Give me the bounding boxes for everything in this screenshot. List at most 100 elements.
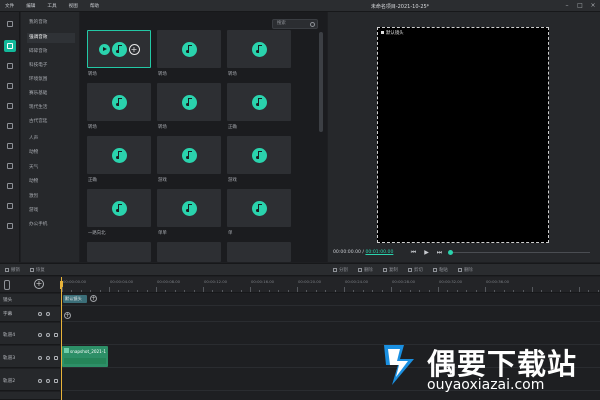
- category-item[interactable]: 我的音效: [27, 18, 75, 28]
- play-icon[interactable]: [98, 43, 110, 55]
- search-icon[interactable]: [310, 22, 315, 27]
- sound-tile[interactable]: [227, 189, 291, 227]
- close-icon[interactable]: ×: [588, 2, 598, 10]
- media-clip[interactable]: snapshot_2021-1: [62, 346, 108, 367]
- lock-icon[interactable]: [46, 312, 50, 316]
- category-item[interactable]: 动物: [27, 148, 75, 158]
- trash-icon[interactable]: [54, 379, 58, 383]
- add-camera-icon[interactable]: +: [90, 295, 97, 302]
- sound-tile[interactable]: +: [87, 30, 151, 68]
- timeline-ruler[interactable]: + 00:00:00.00 00:00:04.00 00:00:08.00 00…: [0, 277, 600, 293]
- ruler-tick: [381, 290, 383, 292]
- sound-tile[interactable]: [87, 83, 151, 121]
- camera-clip[interactable]: 默认镜头: [63, 295, 87, 303]
- bubble-tab[interactable]: [4, 140, 16, 152]
- sound-tile[interactable]: [227, 242, 291, 262]
- category-item[interactable]: 古代宫廷: [27, 117, 75, 127]
- trash-icon[interactable]: [54, 356, 58, 360]
- track-lane-camera[interactable]: [61, 294, 600, 306]
- sound-tile[interactable]: [157, 242, 221, 262]
- music-note-icon: [111, 200, 127, 216]
- undo-button[interactable]: 撤销: [5, 267, 20, 273]
- play-icon[interactable]: ▶: [423, 249, 430, 256]
- menu-help[interactable]: 帮助: [90, 3, 99, 9]
- timecode: 00:00:00.00 / 00:01:00.00: [333, 250, 393, 255]
- audio-tab[interactable]: [4, 40, 16, 52]
- sound-tile[interactable]: [157, 83, 221, 121]
- undo-label: 撤销: [11, 268, 20, 273]
- sticker-tab[interactable]: [4, 100, 16, 112]
- menu-file[interactable]: 文件: [5, 3, 14, 9]
- eye-icon[interactable]: [38, 333, 42, 337]
- minimize-icon[interactable]: –: [562, 2, 572, 10]
- eye-icon[interactable]: [38, 312, 42, 316]
- sound-tile[interactable]: [87, 136, 151, 174]
- menu-tools[interactable]: 工具: [47, 3, 56, 9]
- split-button[interactable]: 分割: [333, 267, 348, 273]
- search-input[interactable]: 搜索: [272, 19, 318, 29]
- menu-view[interactable]: 视图: [69, 3, 78, 9]
- sound-tile[interactable]: [227, 83, 291, 121]
- ruler-tick: [156, 287, 157, 292]
- subtitle-tab[interactable]: [4, 120, 16, 132]
- redo-button[interactable]: 恢复: [30, 267, 45, 273]
- ruler-tick: [193, 290, 195, 292]
- category-item[interactable]: 科技电子: [27, 61, 75, 71]
- category-item[interactable]: 天气: [27, 163, 75, 173]
- skip-forward-icon[interactable]: ⏭: [436, 249, 443, 256]
- skip-back-icon[interactable]: ⏮: [410, 249, 417, 256]
- delete-button[interactable]: 删除: [358, 267, 373, 273]
- category-item[interactable]: 碎碎音效: [27, 47, 75, 57]
- sound-tile[interactable]: [227, 136, 291, 174]
- category-item[interactable]: 环境氛围: [27, 75, 75, 85]
- category-item-active[interactable]: 强调音效: [27, 33, 75, 43]
- sound-tile[interactable]: [157, 30, 221, 68]
- total-time[interactable]: 00:01:00.00: [365, 250, 393, 255]
- background-tab[interactable]: [4, 220, 16, 232]
- category-item[interactable]: 现代生活: [27, 103, 75, 113]
- category-item[interactable]: 动物: [27, 177, 75, 187]
- menu-edit[interactable]: 编辑: [26, 3, 35, 9]
- cut-button[interactable]: 剪切: [408, 267, 423, 273]
- zoom-slider-icon[interactable]: [4, 280, 10, 290]
- text-tab[interactable]: [4, 60, 16, 72]
- lock-icon[interactable]: [46, 379, 50, 383]
- category-item[interactable]: 激烈: [27, 192, 75, 202]
- transition-tab[interactable]: [4, 200, 16, 212]
- sound-tile[interactable]: [157, 189, 221, 227]
- category-item[interactable]: 人声: [27, 134, 75, 144]
- category-item[interactable]: 游戏: [27, 206, 75, 216]
- maximize-icon[interactable]: □: [575, 2, 585, 10]
- lock-icon[interactable]: [46, 333, 50, 337]
- image-tab[interactable]: [4, 80, 16, 92]
- media-icon[interactable]: [4, 18, 16, 30]
- sound-tile[interactable]: [87, 242, 151, 262]
- timeline-toolbar: 撤销 恢复 分割 删除 复制 剪切 粘贴 删除: [0, 263, 600, 276]
- progress-knob[interactable]: [448, 250, 453, 255]
- ruler-tick: [513, 290, 515, 292]
- paste-button[interactable]: 粘贴: [433, 267, 448, 273]
- add-subtitle-icon[interactable]: +: [64, 312, 71, 319]
- eye-icon[interactable]: [38, 379, 42, 383]
- delete-button-2[interactable]: 删除: [458, 267, 473, 273]
- preview-canvas[interactable]: 默认镜头: [377, 27, 549, 243]
- eye-icon[interactable]: [38, 356, 42, 360]
- sound-tile[interactable]: [87, 189, 151, 227]
- effects-tab[interactable]: [4, 160, 16, 172]
- lock-icon[interactable]: [46, 356, 50, 360]
- track-lane-subtitle[interactable]: [61, 307, 600, 322]
- sound-tile[interactable]: [227, 30, 291, 68]
- sound-tile[interactable]: [157, 136, 221, 174]
- add-icon[interactable]: +: [128, 43, 140, 55]
- add-track-button[interactable]: +: [34, 279, 44, 289]
- copy-label: 复制: [389, 268, 398, 273]
- copy-button[interactable]: 复制: [383, 267, 398, 273]
- playback-progress[interactable]: [448, 250, 590, 255]
- playhead-line[interactable]: [61, 277, 62, 400]
- ruler-tick: [306, 290, 308, 292]
- category-item[interactable]: 办公手机: [27, 220, 75, 230]
- character-tab[interactable]: [4, 180, 16, 192]
- trash-icon[interactable]: [54, 333, 58, 337]
- library-scrollbar[interactable]: [319, 32, 323, 132]
- category-item[interactable]: 赛乐基础: [27, 89, 75, 99]
